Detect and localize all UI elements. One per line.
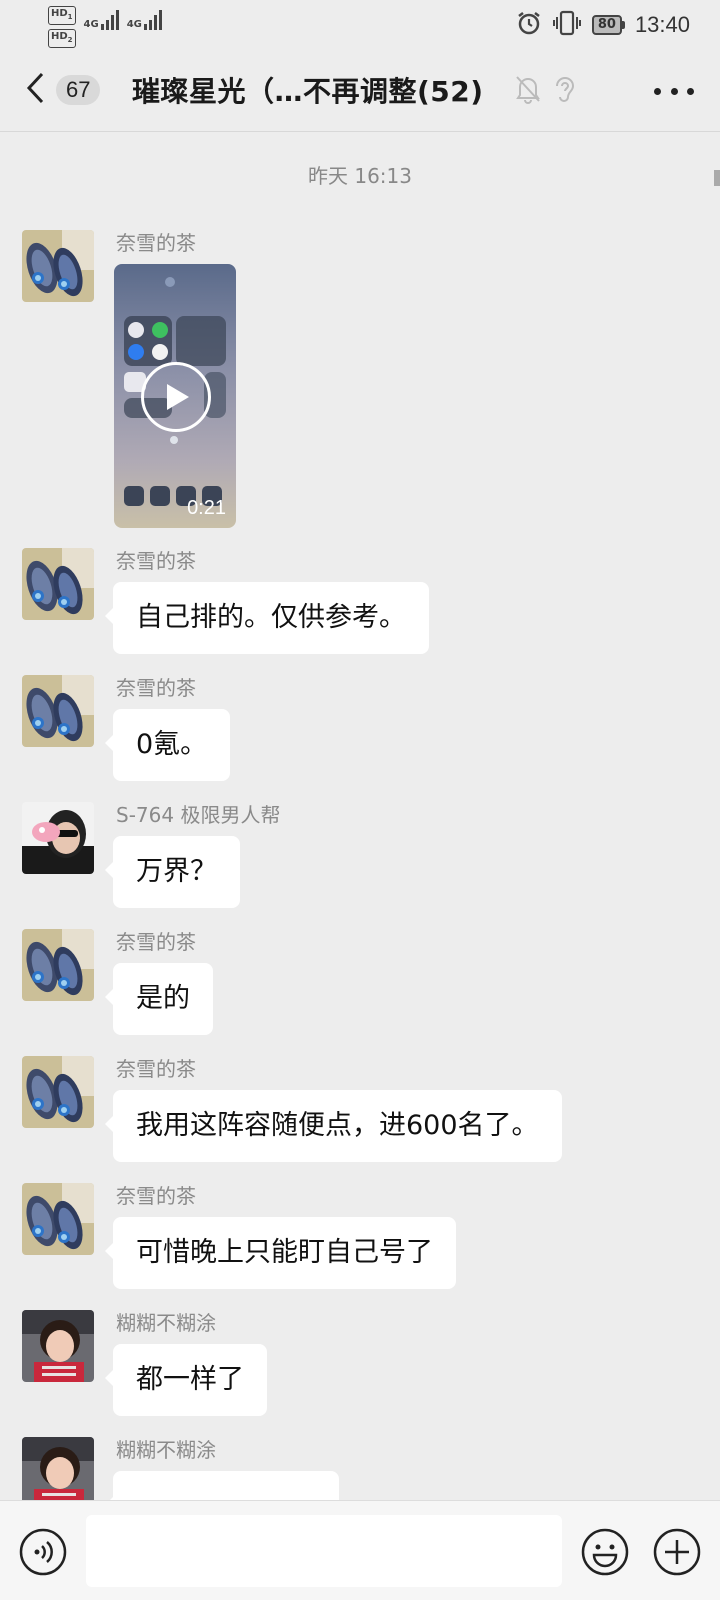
message-input[interactable]: [86, 1515, 562, 1587]
voice-icon: [19, 1528, 67, 1576]
sender-name: 糊糊不糊涂: [116, 1438, 216, 1462]
message-bubble[interactable]: 我用这阵容随便点，进600名了。: [105, 1090, 562, 1162]
status-bar-right: 80 13:40: [516, 10, 690, 40]
avatar[interactable]: [22, 929, 94, 1001]
play-icon: [167, 384, 189, 410]
sender-name: 奈雪的茶: [116, 1057, 196, 1081]
sender-name: 奈雪的茶: [116, 549, 196, 573]
avatar[interactable]: [22, 1310, 94, 1382]
sender-name: 奈雪的茶: [116, 1184, 196, 1208]
avatar[interactable]: [22, 230, 94, 302]
scrollbar[interactable]: [714, 170, 720, 186]
avatar[interactable]: [22, 675, 94, 747]
avatar[interactable]: [22, 802, 94, 874]
avatar[interactable]: [22, 1437, 94, 1500]
unread-count-badge: 67: [56, 75, 101, 105]
message-bubble[interactable]: 都一样了: [105, 1344, 267, 1416]
plus-icon: [653, 1528, 701, 1576]
message-bubble[interactable]: [105, 1471, 339, 1500]
chat-status-icons: [514, 74, 576, 108]
message-bubble[interactable]: 可惜晚上只能盯自己号了: [105, 1217, 456, 1289]
emoji-button[interactable]: [580, 1527, 630, 1577]
avatar[interactable]: [22, 1183, 94, 1255]
clock: 13:40: [634, 12, 690, 37]
more-functions-button[interactable]: [652, 1527, 702, 1577]
battery-indicator: 80: [591, 15, 625, 35]
hd-indicator-2: HD2: [48, 29, 76, 48]
voice-button[interactable]: [18, 1527, 68, 1577]
sender-name: 奈雪的茶: [116, 676, 196, 700]
chat-title: 璀璨星光（…不再调整(52): [132, 75, 484, 108]
play-button[interactable]: [141, 362, 211, 432]
signal-2: 4G: [127, 10, 162, 30]
chat-header: 67 璀璨星光（…不再调整(52): [0, 50, 720, 132]
sender-name: 奈雪的茶: [116, 231, 196, 255]
more-button[interactable]: [654, 76, 694, 106]
message-bubble[interactable]: 万界？: [105, 836, 240, 908]
message-list[interactable]: 昨天 16:13 奈雪的茶 0:21 奈雪的茶 自己排的。仅供参考。 奈雪的茶 …: [0, 132, 720, 1500]
avatar[interactable]: [22, 1056, 94, 1128]
video-message[interactable]: 0:21: [114, 264, 236, 528]
input-bar: [0, 1500, 720, 1600]
vibrate-icon: [552, 10, 582, 40]
signal-1: 4G: [84, 10, 119, 30]
signal-bars-icon: [143, 10, 162, 30]
back-button[interactable]: 67: [24, 70, 114, 110]
mute-bell-icon: [514, 74, 542, 108]
sender-name: 糊糊不糊涂: [116, 1311, 216, 1335]
message-bubble[interactable]: 0氪。: [104, 709, 231, 781]
more-icon: [654, 87, 661, 95]
status-bar-left: HD1 HD2 4G 4G: [48, 6, 162, 48]
avatar[interactable]: [22, 548, 94, 620]
ear-icon: [552, 74, 576, 108]
video-duration: 0:21: [187, 497, 226, 519]
signal-bars-icon: [100, 10, 119, 30]
status-bar: HD1 HD2 4G 4G 80 13:40: [0, 0, 720, 50]
alarm-icon: [516, 10, 542, 40]
sender-name: S-764 极限男人帮: [116, 803, 281, 827]
message-bubble[interactable]: 自己排的。仅供参考。: [105, 582, 429, 654]
message-bubble[interactable]: 是的: [105, 963, 213, 1035]
emoji-icon: [581, 1528, 629, 1576]
time-separator: 昨天 16:13: [308, 164, 412, 188]
sender-name: 奈雪的茶: [116, 930, 196, 954]
back-arrow-icon: [24, 71, 48, 109]
hd-indicator-1: HD1: [48, 6, 76, 25]
